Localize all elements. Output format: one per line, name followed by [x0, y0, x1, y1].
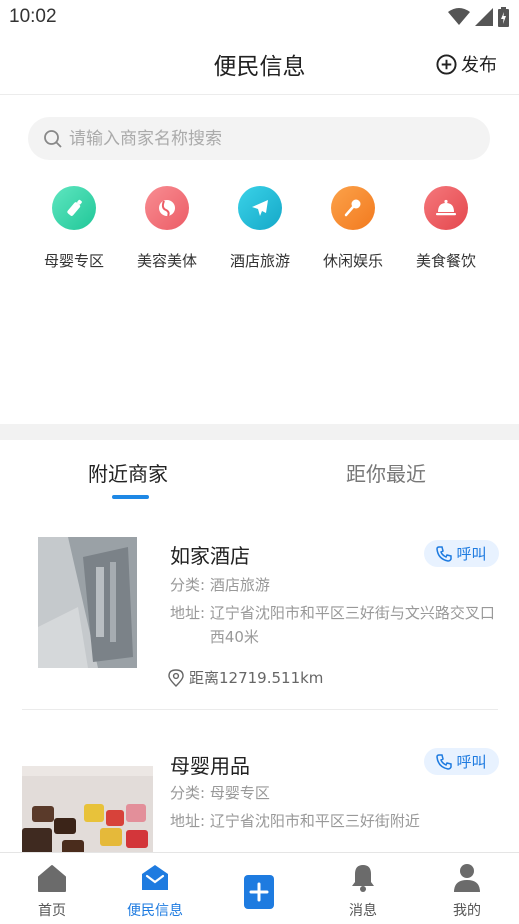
category-maternal-baby[interactable]: 母婴专区 — [29, 186, 119, 271]
address-value: 辽宁省沈阳市和平区三好街附近 — [209, 812, 420, 830]
listing-category: 分类: 酒店旅游 — [170, 573, 270, 597]
distance-value: 距离12719.511km — [189, 669, 324, 687]
call-button[interactable]: 呼叫 — [424, 748, 499, 775]
nav-convenience-info[interactable]: 便民信息 — [115, 863, 195, 920]
listing-name: 母婴用品 — [170, 754, 250, 778]
nav-profile[interactable]: 我的 — [427, 863, 507, 920]
status-icons — [448, 7, 509, 27]
search-icon — [44, 129, 62, 148]
category-key: 分类: — [170, 784, 206, 802]
listing-thumbnail — [38, 537, 137, 668]
airplane-icon — [238, 186, 282, 230]
listing-name: 如家酒店 — [170, 544, 250, 568]
call-label: 呼叫 — [456, 545, 487, 563]
food-cloche-icon — [424, 186, 468, 230]
category-key: 分类: — [170, 576, 206, 594]
status-time: 10:02 — [9, 6, 57, 27]
category-label: 酒店旅游 — [229, 252, 290, 270]
baby-bottle-icon — [52, 186, 96, 230]
call-button[interactable]: 呼叫 — [424, 540, 499, 567]
home-icon — [12, 863, 92, 893]
category-beauty[interactable]: 美容美体 — [122, 186, 212, 271]
mail-icon — [115, 863, 195, 893]
location-pin-icon — [168, 668, 184, 687]
category-label: 休闲娱乐 — [322, 252, 383, 270]
listing-address: 地址: 辽宁省沈阳市和平区三好街附近 — [170, 809, 420, 833]
nav-add-post[interactable] — [219, 863, 299, 912]
listing-address: 地址: 辽宁省沈阳市和平区三好街与文兴路交叉口西40米 — [170, 601, 500, 649]
listing-thumbnail — [22, 766, 153, 852]
category-food[interactable]: 美食餐饮 — [401, 186, 491, 271]
address-value: 辽宁省沈阳市和平区三好街与文兴路交叉口西40米 — [209, 604, 495, 646]
beauty-face-icon — [145, 186, 189, 230]
bell-icon — [323, 863, 403, 893]
signal-icon — [475, 8, 493, 26]
app-header: 便民信息 发布 — [0, 34, 519, 95]
search-bar[interactable] — [28, 117, 490, 160]
nav-label: 我的 — [453, 903, 481, 919]
tab-nearby-merchants[interactable]: 附近商家 — [88, 458, 168, 487]
nav-label: 便民信息 — [127, 903, 183, 919]
list-divider — [22, 709, 498, 710]
publish-button[interactable]: 发布 — [436, 51, 497, 77]
tab-active-indicator — [112, 495, 149, 499]
battery-icon — [498, 7, 509, 27]
status-bar: 10:02 — [0, 0, 519, 34]
microphone-icon — [331, 186, 375, 230]
nav-home[interactable]: 首页 — [12, 863, 92, 920]
add-circle-icon — [436, 53, 457, 75]
category-leisure[interactable]: 休闲娱乐 — [308, 186, 398, 271]
listing-category: 分类: 母婴专区 — [170, 781, 270, 805]
tab-closest[interactable]: 距你最近 — [346, 458, 426, 487]
address-key: 地址: — [170, 604, 206, 622]
category-hotel-travel[interactable]: 酒店旅游 — [215, 186, 305, 271]
category-label: 美容美体 — [136, 252, 197, 270]
address-key: 地址: — [170, 812, 206, 830]
publish-label: 发布 — [461, 55, 497, 76]
call-label: 呼叫 — [456, 753, 487, 771]
listing-card[interactable]: 母婴用品 呼叫 分类: 母婴专区 地址: 辽宁省沈阳市和平区三好街附近 — [0, 730, 519, 852]
category-row: 母婴专区 美容美体 酒店旅游 休闲娱乐 美食餐饮 — [0, 186, 519, 286]
nav-label: 首页 — [38, 903, 66, 919]
listing-card[interactable]: 如家酒店 呼叫 分类: 酒店旅游 地址: 辽宁省沈阳市和平区三好街与文兴路交叉口… — [0, 520, 519, 710]
wifi-icon — [448, 8, 470, 25]
search-input[interactable] — [69, 128, 469, 149]
category-label: 母婴专区 — [43, 252, 104, 270]
plus-icon — [219, 872, 299, 912]
phone-icon — [436, 753, 453, 770]
phone-icon — [436, 545, 453, 562]
listing-distance: 距离12719.511km — [168, 667, 323, 688]
category-label: 美食餐饮 — [415, 252, 476, 270]
nav-label: 消息 — [349, 903, 377, 919]
category-value: 酒店旅游 — [209, 576, 270, 594]
section-divider — [0, 424, 519, 440]
bottom-navigation: 首页 便民信息 消息 我的 — [0, 852, 519, 924]
person-icon — [427, 863, 507, 893]
category-value: 母婴专区 — [209, 784, 270, 802]
nav-messages[interactable]: 消息 — [323, 863, 403, 920]
